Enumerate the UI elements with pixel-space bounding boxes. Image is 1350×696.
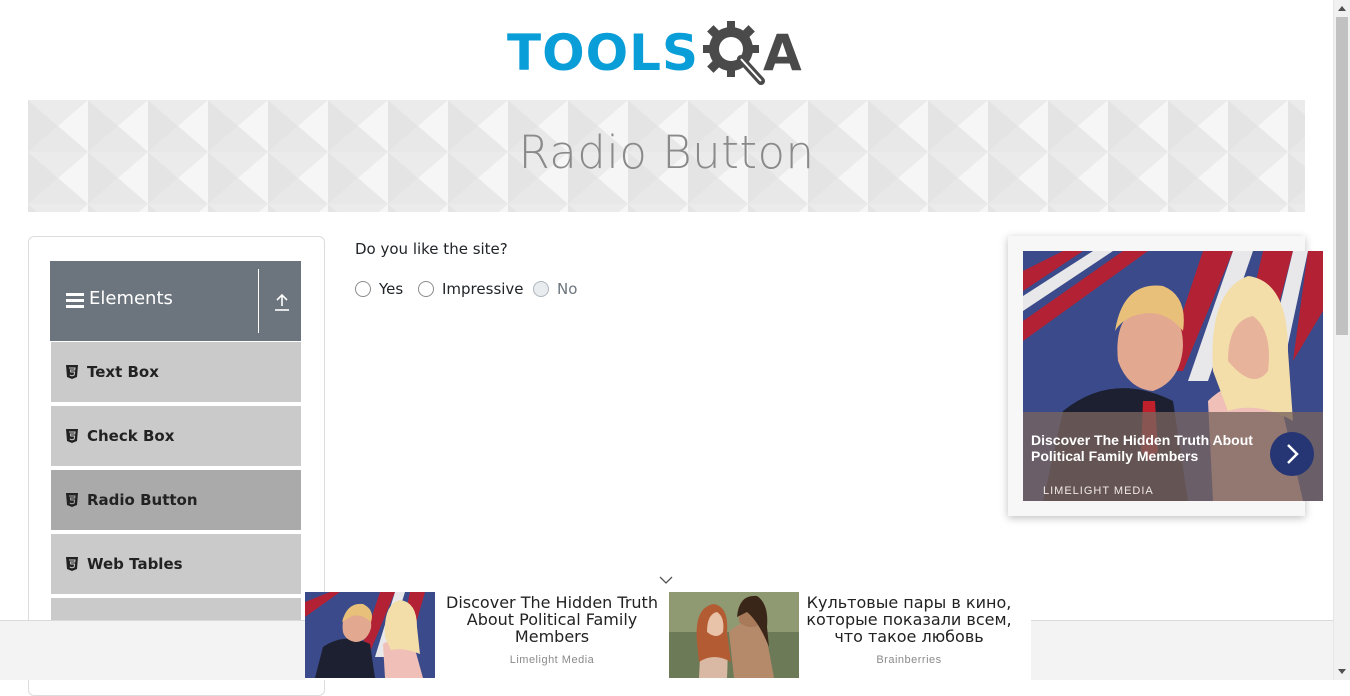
radio-input-impressive[interactable]	[418, 281, 434, 297]
html5-icon	[66, 557, 78, 571]
radio-option-no: No	[533, 280, 577, 298]
sidebar-item-text-box[interactable]: Text Box	[51, 342, 301, 404]
html5-icon	[66, 365, 78, 379]
gear-magnifier-icon	[703, 21, 765, 85]
html5-icon	[66, 493, 78, 507]
logo-text-a: A	[763, 24, 802, 82]
radio-option-impressive[interactable]: Impressive	[418, 280, 524, 298]
ad-next-button[interactable]	[1270, 432, 1314, 476]
radio-question: Do you like the site?	[355, 240, 508, 258]
ad-bottom-headline-2[interactable]: Культовые пары в кино, которые показали …	[799, 594, 1019, 645]
sidebar-item-label: Check Box	[87, 427, 175, 445]
ad-bottom-card-2[interactable]: Культовые пары в кино, которые показали …	[669, 592, 1031, 680]
sidebar-item-radio-button[interactable]: Radio Button	[51, 470, 301, 532]
ad-bottom[interactable]: Discover The Hidden Truth About Politica…	[305, 592, 1031, 680]
radio-input-yes[interactable]	[355, 281, 371, 297]
ad-bottom-image-1	[305, 592, 435, 678]
sidebar-item-check-box[interactable]: Check Box	[51, 406, 301, 468]
radio-input-no	[533, 281, 549, 297]
sidebar-item-web-tables[interactable]: Web Tables	[51, 534, 301, 596]
site-logo[interactable]: TOOLS A	[507, 16, 830, 90]
radio-label-impressive[interactable]: Impressive	[442, 280, 524, 298]
vertical-scrollbar[interactable]	[1333, 0, 1350, 680]
radio-label-no: No	[557, 280, 578, 298]
sidebar-item-label: Radio Button	[87, 491, 198, 509]
radio-option-yes[interactable]: Yes	[355, 280, 403, 298]
scroll-down-arrow-icon[interactable]	[1338, 669, 1346, 674]
sidebar-group-title: Elements	[89, 288, 173, 309]
ad-right-source: LIMELIGHT MEDIA	[1043, 485, 1154, 497]
sidebar-item-label: Web Tables	[87, 555, 183, 573]
scrollbar-thumb[interactable]	[1336, 17, 1348, 335]
ad-bottom-headline-1[interactable]: Discover The Hidden Truth About Politica…	[435, 594, 669, 645]
logo-text-tools: TOOLS	[507, 24, 699, 82]
ad-bottom-source-2: Brainberries	[876, 654, 942, 666]
html5-icon	[66, 429, 78, 443]
ad-right[interactable]: Discover The Hidden Truth About Politica…	[1008, 236, 1323, 516]
radio-label-yes[interactable]: Yes	[379, 280, 403, 298]
ad-right-caption[interactable]: Discover The Hidden Truth About Politica…	[1023, 412, 1323, 501]
page-title: Radio Button	[518, 126, 815, 179]
chevron-down-icon[interactable]	[659, 576, 673, 585]
hamburger-icon	[66, 293, 84, 309]
ad-bottom-card-1[interactable]: Discover The Hidden Truth About Politica…	[305, 592, 669, 680]
collapse-up-icon[interactable]	[274, 293, 290, 311]
chevron-right-icon	[1287, 444, 1299, 464]
ad-bottom-image-2	[669, 592, 799, 678]
scroll-up-arrow-icon[interactable]	[1338, 6, 1346, 11]
ad-bottom-source-1: Limelight Media	[509, 654, 595, 666]
header-divider	[258, 269, 259, 333]
sidebar-group-elements[interactable]: Elements	[50, 261, 301, 341]
sidebar-item-label: Text Box	[87, 363, 159, 381]
ad-right-headline[interactable]: Discover The Hidden Truth About Politica…	[1031, 432, 1271, 464]
